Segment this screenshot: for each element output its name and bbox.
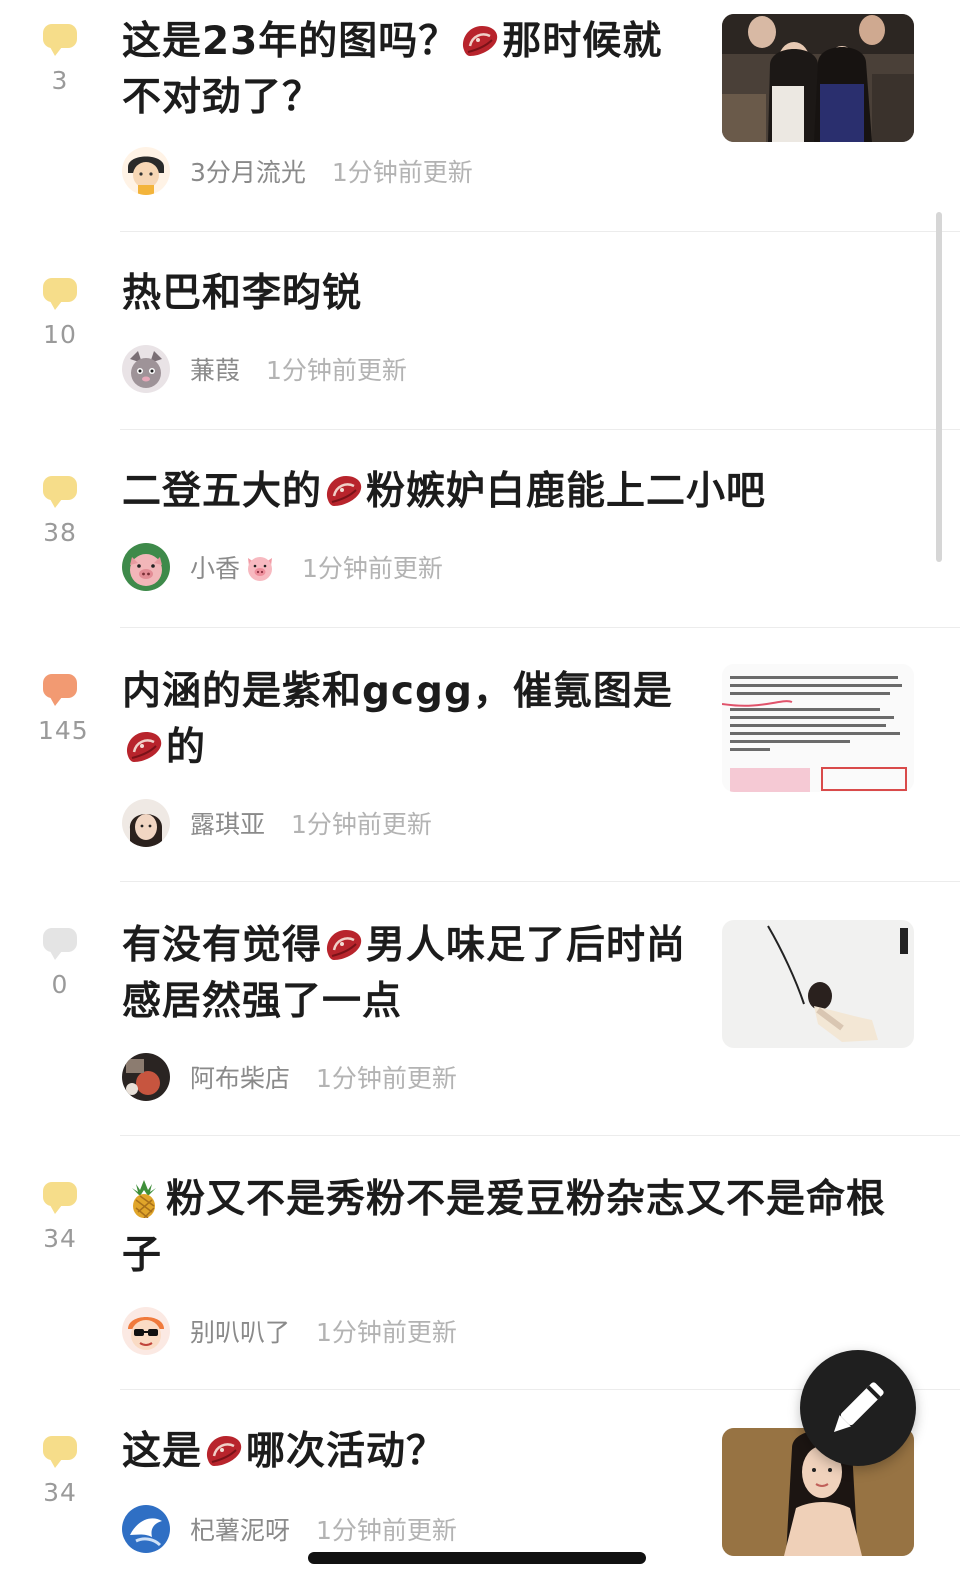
meat-emoji-icon [126,732,162,762]
post-meta: 露琪亚 1分钟前更新 [122,798,432,848]
reply-count: 0 [51,970,69,999]
title-text: 哪次活动？ [246,1429,447,1474]
pen-icon [833,1382,884,1433]
list-item[interactable]: 0 有没有觉得 男人味足了后时尚感居然强了一点 阿布柴店 1分钟前更新 [0,882,960,1136]
reply-count: 34 [43,1478,77,1507]
author-name[interactable]: 阿布柴店 [190,1059,290,1095]
post-meta: 阿布柴店 1分钟前更新 [122,1052,457,1102]
topic-title[interactable]: 二登五大的 粉嫉妒白鹿能上二小吧 [122,464,922,520]
sunglasses-cartoon-avatar[interactable] [122,1307,170,1355]
reply-count: 38 [43,518,77,547]
update-time: 1分钟前更新 [331,158,473,187]
title-text: 粉又不是秀粉不是爱豆粉杂志又不是命根子 [122,1177,887,1278]
meat-emoji-icon [326,930,362,960]
comment-bubble-icon [43,476,77,508]
author-name[interactable]: 露琪亚 [190,805,265,841]
meat-emoji-icon [326,476,362,506]
reply-count: 10 [43,320,77,349]
title-text: 有没有觉得 [122,923,323,968]
title-text: 二登五大的 [122,469,323,514]
list-item[interactable]: 38 二登五大的 粉嫉妒白鹿能上二小吧 小香 1分钟前更新 [0,430,960,628]
text-screenshot-thumbnail[interactable] [722,664,914,792]
reply-counter: 3 [38,24,82,95]
reply-counter: 0 [38,928,82,999]
pineapple-emoji-icon [132,1180,156,1218]
title-text: 热巴和李昀锐 [122,271,363,316]
reply-count: 145 [38,716,89,745]
reply-count: 34 [43,1224,77,1253]
reply-counter: 34 [38,1436,82,1507]
title-text: 粉嫉妒白鹿能上二小吧 [366,469,767,514]
compose-button[interactable] [800,1350,916,1466]
meat-emoji-icon [463,26,498,56]
girl-photo-avatar[interactable] [122,799,170,847]
comment-bubble-icon [43,1182,77,1214]
author-name[interactable]: 3分月流光 [190,153,306,189]
comment-bubble-icon [43,278,77,310]
event-photo-thumbnail[interactable] [722,14,914,142]
list-item[interactable]: 3 这是23年的图吗？ 那时候就不对劲了？ 3分月流光 1分钟前更新 [0,0,960,232]
author-name[interactable]: 蒹葭 [190,351,240,387]
title-text: 这是 [122,1429,203,1474]
topic-title[interactable]: 粉又不是秀粉不是爱豆粉杂志又不是命根子 [122,1172,902,1284]
post-meta: 小香 1分钟前更新 [122,542,443,592]
blue-bird-avatar[interactable] [122,1505,170,1553]
post-meta: 蒹葭 1分钟前更新 [122,344,407,394]
update-time: 1分钟前更新 [316,1516,457,1545]
reply-counter: 145 [38,674,89,745]
list-item[interactable]: 10 热巴和李昀锐 蒹葭 1分钟前更新 [0,232,960,430]
update-time: 1分钟前更新 [316,1318,457,1347]
reply-count: 3 [51,66,69,95]
update-time: 1分钟前更新 [291,810,432,839]
home-indicator[interactable] [308,1552,646,1564]
pig-emoji-icon [248,557,273,581]
update-time: 1分钟前更新 [266,356,407,385]
post-meta: 杞薯泥呀 1分钟前更新 [122,1504,457,1554]
comment-bubble-icon [43,1436,77,1468]
comment-bubble-icon [43,24,77,56]
author-name[interactable]: 小香 [190,549,240,585]
reply-counter: 10 [38,278,82,349]
reply-counter: 34 [38,1182,82,1253]
fashion-photo-thumbnail[interactable] [722,920,914,1048]
author-name[interactable]: 别叭叭了 [190,1313,290,1349]
meat-emoji-icon [206,1436,242,1466]
dark-photo-avatar[interactable] [122,1053,170,1101]
cat-avatar[interactable] [122,345,170,393]
post-meta: 3分月流光 1分钟前更新 [122,146,473,196]
reply-counter: 38 [38,476,82,547]
cartoon-girl-avatar[interactable] [122,147,170,195]
topic-title[interactable]: 内涵的是紫和gcgg，催氪图是的 [122,664,692,776]
author-name[interactable]: 杞薯泥呀 [190,1511,290,1547]
title-text: 的 [166,725,207,770]
topic-title[interactable]: 这是 哪次活动？ [122,1424,692,1480]
update-time: 1分钟前更新 [302,554,443,583]
update-time: 1分钟前更新 [316,1064,457,1093]
comment-bubble-icon [43,928,77,960]
topic-title[interactable]: 热巴和李昀锐 [122,266,882,322]
post-meta: 别叭叭了 1分钟前更新 [122,1306,457,1356]
title-text: 内涵的是紫和gcgg，催氪图是 [122,669,673,714]
scrollbar[interactable] [936,212,942,562]
pig-avatar[interactable] [122,543,170,591]
list-item[interactable]: 145 内涵的是紫和gcgg，催氪图是的 露琪亚 1分钟前更新 [0,628,960,882]
topic-title[interactable]: 这是23年的图吗？ 那时候就不对劲了？ [122,14,682,126]
topic-title[interactable]: 有没有觉得 男人味足了后时尚感居然强了一点 [122,918,692,1030]
comment-bubble-icon [43,674,77,706]
title-text: 这是23年的图吗？ [122,19,459,64]
